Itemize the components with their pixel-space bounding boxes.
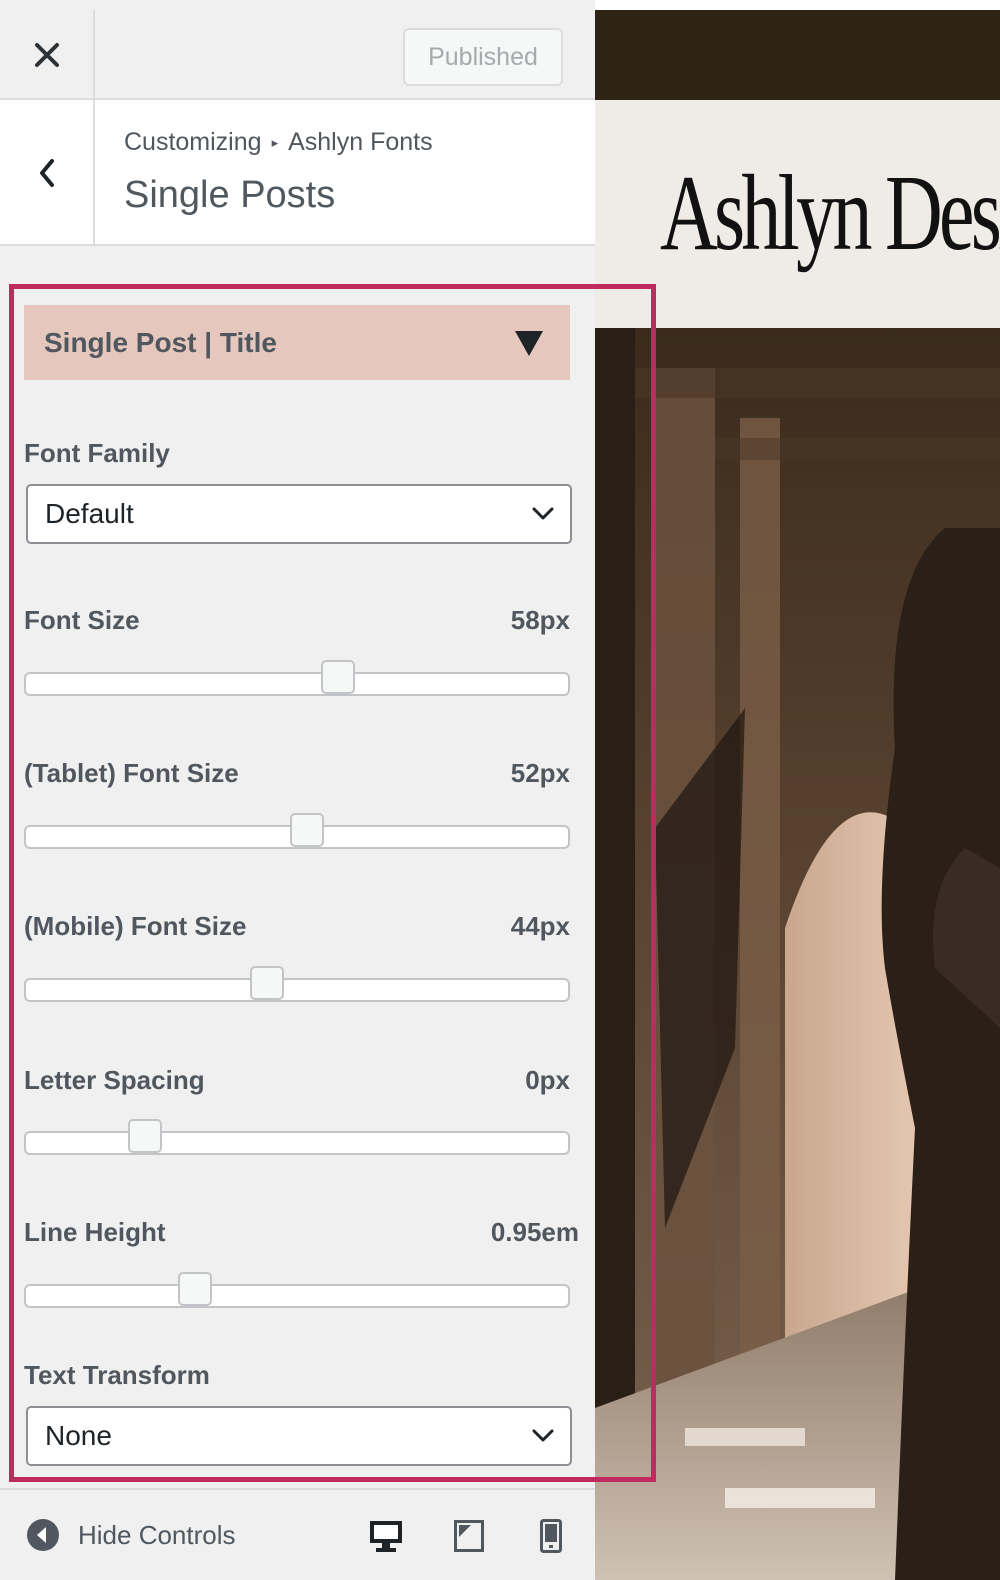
site-preview: Ashlyn Design	[595, 10, 1000, 1580]
chevron-left-icon	[39, 159, 54, 187]
letter-spacing-value: 0px	[525, 1065, 570, 1095]
hide-controls-label: Hide Controls	[78, 1519, 236, 1550]
desktop-icon	[370, 1521, 402, 1552]
preview-mobile-button[interactable]	[531, 1516, 571, 1556]
text-transform-label: Text Transform	[24, 1360, 210, 1390]
chevron-down-icon	[532, 1429, 554, 1442]
tablet-font-size-label: (Tablet) Font Size	[24, 758, 239, 788]
line-height-slider-thumb[interactable]	[178, 1272, 213, 1306]
font-family-value: Default	[45, 498, 134, 529]
breadcrumb: Customizing ▸ Ashlyn Fonts	[124, 128, 433, 157]
triangle-down-icon	[515, 330, 543, 356]
customizer-topbar: Published	[0, 10, 595, 100]
mobile-font-size-label: (Mobile) Font Size	[24, 911, 247, 941]
preview-tablet-button[interactable]	[449, 1516, 489, 1556]
letter-spacing-slider-thumb[interactable]	[127, 1119, 162, 1153]
publish-button[interactable]: Published	[403, 28, 563, 86]
hide-controls-button[interactable]: Hide Controls	[26, 1518, 236, 1552]
tablet-font-size-slider-thumb[interactable]	[290, 813, 325, 847]
text-transform-value: None	[45, 1420, 112, 1451]
font-size-value: 58px	[510, 605, 570, 635]
tablet-font-size-slider[interactable]	[24, 813, 570, 849]
preview-site-header: Ashlyn Design	[595, 100, 1000, 328]
tablet-font-size-value: 52px	[510, 758, 570, 788]
mobile-font-size-slider-thumb[interactable]	[249, 966, 284, 1000]
font-family-label: Font Family	[24, 438, 170, 468]
close-icon	[34, 43, 59, 67]
mobile-font-size-value: 44px	[510, 911, 570, 941]
font-size-slider-thumb[interactable]	[320, 660, 355, 694]
preview-topbar	[595, 10, 1000, 100]
font-size-slider[interactable]	[24, 660, 570, 696]
site-title[interactable]: Ashlyn Design	[660, 152, 1000, 276]
chevron-down-icon	[532, 507, 554, 520]
breadcrumb-separator: ▸	[271, 134, 279, 150]
mobile-icon	[540, 1519, 562, 1553]
section-header: Customizing ▸ Ashlyn Fonts Single Posts	[0, 100, 595, 246]
line-height-label: Line Height	[24, 1217, 166, 1247]
font-size-label: Font Size	[24, 605, 140, 635]
arrow-left-circle-icon	[27, 1519, 59, 1551]
page-title: Single Posts	[124, 174, 336, 216]
breadcrumb-parent: Ashlyn Fonts	[288, 128, 433, 156]
accordion-title: Single Post | Title	[44, 326, 277, 358]
letter-spacing-label: Letter Spacing	[24, 1065, 205, 1095]
letter-spacing-slider[interactable]	[24, 1119, 570, 1155]
mobile-font-size-slider[interactable]	[24, 966, 570, 1002]
close-customizer-button[interactable]	[0, 10, 95, 100]
line-height-slider[interactable]	[24, 1272, 570, 1308]
section-accordion-toggle[interactable]: Single Post | Title	[24, 305, 570, 380]
customizer-footer: Hide Controls	[0, 1488, 595, 1580]
hero-photo	[595, 328, 1000, 1580]
tablet-icon	[454, 1520, 484, 1552]
preview-desktop-button[interactable]	[366, 1516, 406, 1556]
breadcrumb-root: Customizing	[124, 128, 262, 156]
text-transform-select[interactable]: None	[26, 1406, 572, 1466]
back-button[interactable]	[0, 100, 95, 246]
line-height-value: 0.95em	[490, 1217, 579, 1247]
customizer-sidebar: Published Customizing ▸ Ashlyn Fonts Sin…	[0, 0, 656, 1580]
font-family-select[interactable]: Default	[26, 484, 572, 544]
